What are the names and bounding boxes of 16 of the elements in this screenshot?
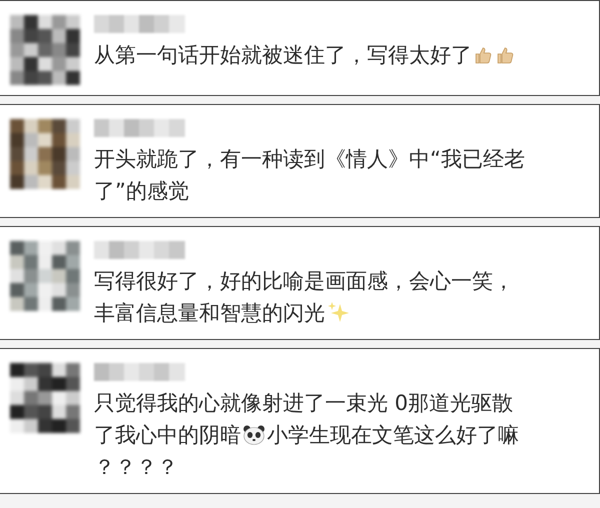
comment-text: 了我心中的阴暗 [94,422,241,449]
comment-text: 了”的感觉 [94,178,189,205]
comment-text: 写得很好了，好的比喻是画面感，会心一笑， [94,268,514,295]
avatar-icon [10,119,80,189]
comment-text: ？？？？ [94,454,178,481]
comment-text: 从第一句话开始就被迷住了，写得太好了 [94,42,472,69]
avatar-icon [10,363,80,433]
comment-text: 开头就跪了，有一种读到《情人》中“我已经老 [94,146,525,173]
thumbs-up-icon [495,45,515,65]
avatar-icon [10,15,80,85]
comment-text: 小学生现在文笔这么好了嘛 [267,422,519,449]
panda-icon [242,424,266,446]
avatar-icon [10,241,80,311]
comment-text: 只觉得我的心就像射进了一束光 0那道光驱散 [94,390,514,417]
comment-text: 丰富信息量和智慧的闪光 [94,300,325,327]
thumbs-up-icon [473,45,493,65]
